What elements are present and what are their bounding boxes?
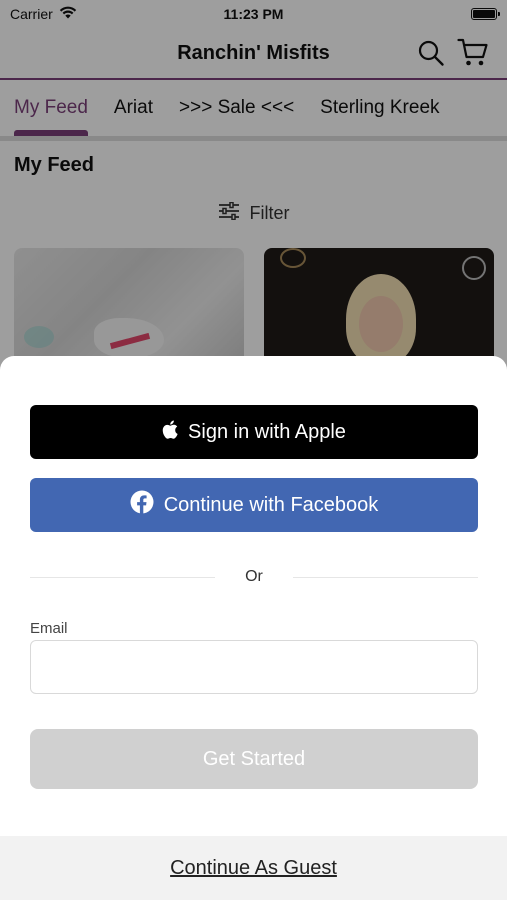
sign-in-with-apple-button[interactable]: Sign in with Apple <box>30 405 478 459</box>
get-started-label: Get Started <box>202 747 306 770</box>
guest-bar: Continue As Guest <box>0 836 507 900</box>
continue-with-facebook-button[interactable]: Continue with Facebook <box>30 478 478 532</box>
apple-icon <box>162 420 178 445</box>
get-started-button[interactable]: Get Started <box>30 729 478 789</box>
apple-button-label: Sign in with Apple <box>188 420 346 443</box>
facebook-button-label: Continue with Facebook <box>163 493 379 516</box>
email-field[interactable] <box>30 640 478 694</box>
continue-as-guest-link[interactable]: Continue As Guest <box>170 857 337 880</box>
facebook-icon <box>130 490 154 520</box>
or-label: Or <box>245 568 263 585</box>
email-label: Email <box>30 620 68 637</box>
or-divider: Or <box>30 568 478 586</box>
sign-in-sheet: Sign in with Apple Continue with Faceboo… <box>0 356 507 900</box>
